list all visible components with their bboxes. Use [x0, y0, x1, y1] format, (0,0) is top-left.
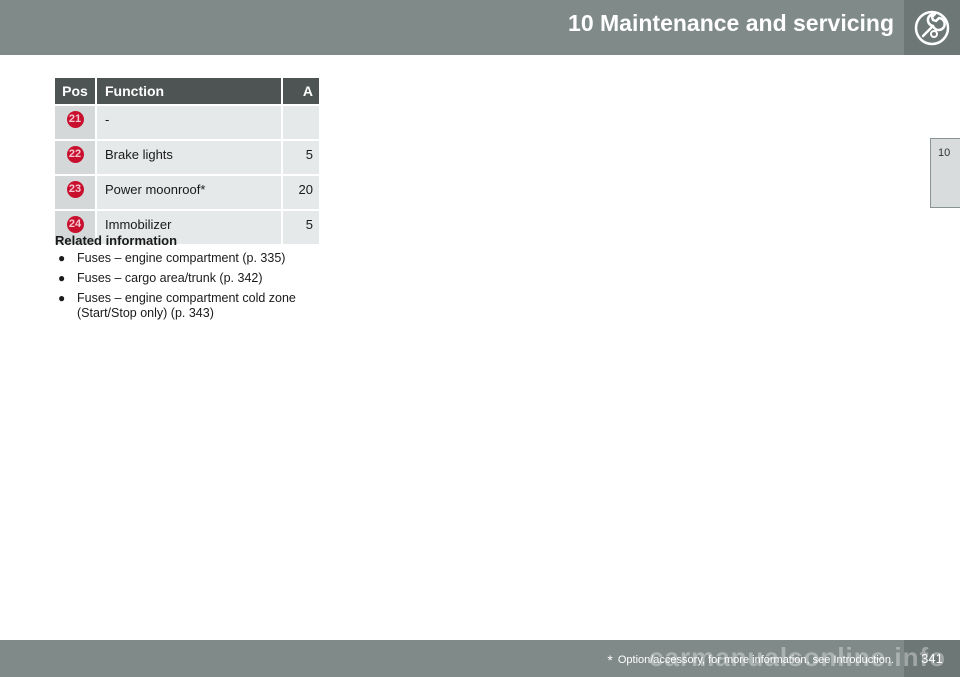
footnote: * Option/accessory, for more information… [607, 652, 894, 668]
position-badge: 21 [66, 111, 84, 128]
position-badge: 22 [66, 146, 84, 163]
function-cell: Brake lights [96, 139, 283, 175]
bullet-icon: ● [58, 251, 66, 265]
table-row: 21 - [55, 104, 319, 140]
footnote-text: Option/accessory, for more information, … [617, 654, 894, 666]
related-link-text: Fuses – engine compartment (p. 335) [77, 251, 286, 265]
bullet-icon: ● [58, 291, 66, 305]
table-row: 23 Power moonroof* 20 [55, 174, 319, 210]
related-information: Related information ● Fuses – engine com… [55, 233, 325, 326]
page-footer: * Option/accessory, for more information… [0, 640, 960, 677]
footnote-star: * [607, 652, 613, 668]
page-number: 341 [904, 640, 960, 677]
bullet-icon: ● [58, 271, 66, 285]
column-header-function: Function [96, 78, 283, 105]
related-list: ● Fuses – engine compartment (p. 335) ● … [55, 251, 325, 321]
position-badge: 24 [66, 216, 84, 233]
amperage-cell [282, 104, 319, 140]
position-badge: 23 [66, 181, 84, 198]
chapter-tab-label: 10 [938, 147, 951, 159]
function-cell: Power moonroof* [96, 174, 283, 210]
amperage-cell: 20 [282, 174, 319, 210]
related-link[interactable]: ● Fuses – cargo area/trunk (p. 342) [55, 271, 325, 286]
related-link-text: Fuses – cargo area/trunk (p. 342) [77, 271, 263, 285]
function-cell: - [96, 104, 283, 140]
page-title: 10 Maintenance and servicing [568, 10, 894, 36]
chapter-tab[interactable]: 10 [930, 138, 960, 208]
fuse-table: Pos Function A 21 - 22 Brake lights 5 23… [55, 78, 319, 244]
amperage-cell: 5 [282, 139, 319, 175]
column-header-a: A [282, 78, 319, 105]
table-row: 22 Brake lights 5 [55, 139, 319, 175]
chapter-icon-box [904, 0, 960, 55]
table-header-row: Pos Function A [55, 78, 319, 105]
related-link[interactable]: ● Fuses – engine compartment cold zone (… [55, 291, 325, 321]
wrench-icon [914, 10, 950, 45]
page-header: 10 Maintenance and servicing [0, 0, 960, 55]
related-link[interactable]: ● Fuses – engine compartment (p. 335) [55, 251, 325, 266]
related-heading: Related information [55, 233, 178, 248]
related-link-text: Fuses – engine compartment cold zone [77, 291, 296, 305]
related-link-text-continued: (Start/Stop only) (p. 343) [77, 306, 214, 320]
column-header-pos: Pos [55, 78, 97, 105]
